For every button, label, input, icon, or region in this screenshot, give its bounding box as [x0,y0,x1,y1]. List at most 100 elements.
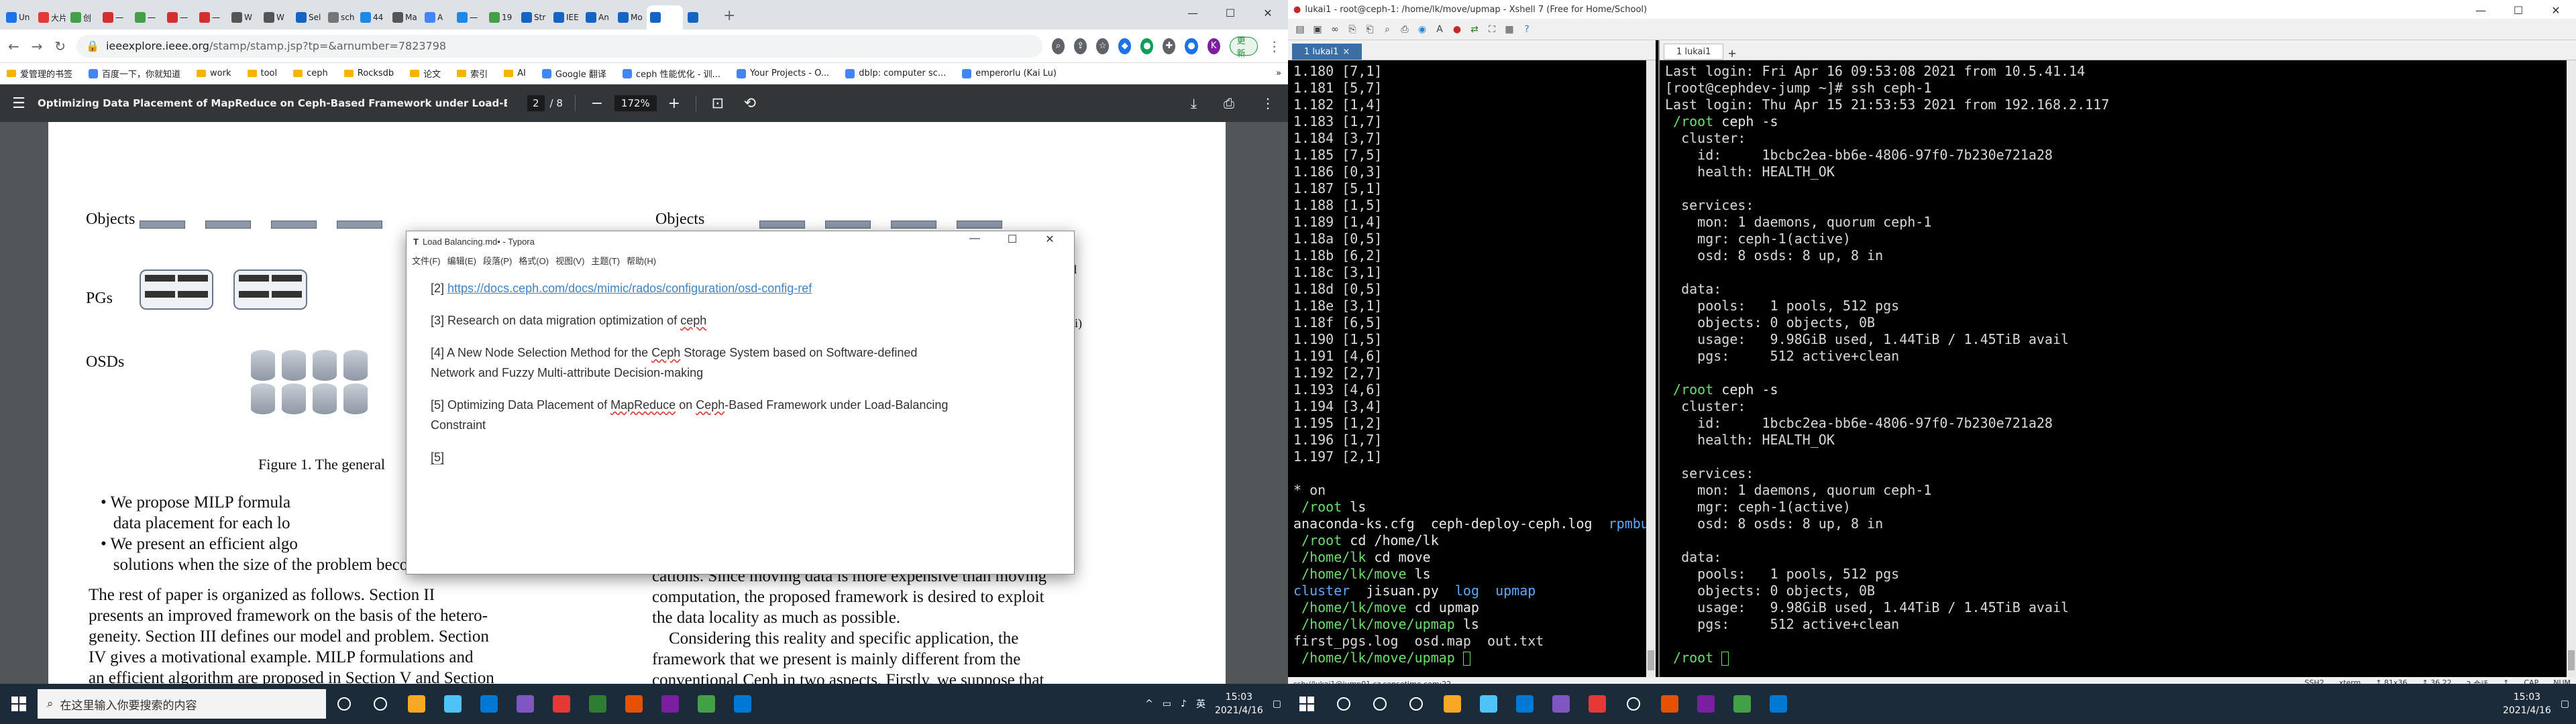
bookmark-item[interactable]: ceph 性能优化 - 训... [622,67,720,80]
update-button[interactable]: 更新 [1229,36,1258,59]
bookmark-item[interactable]: 论文 [410,67,441,80]
page-number-input[interactable]: 2 [527,95,545,111]
scrollbar[interactable] [2567,60,2576,677]
browser-tab[interactable]: 大片 [35,5,66,29]
close-icon[interactable]: ✕ [1031,233,1069,246]
lock-icon[interactable]: ● [1450,23,1464,36]
notification-icon[interactable]: ▢ [2561,699,2569,709]
find-icon[interactable]: ⌕ [1381,23,1394,36]
start-button[interactable] [0,697,38,711]
scrollbar[interactable] [1646,60,1656,677]
bookmark-item[interactable]: Your Projects - O... [737,68,829,78]
browser-tab[interactable]: 一 [453,5,484,29]
bookmark-item[interactable]: 百度一下，你就知道 [89,67,180,80]
menu-item[interactable]: 主题(T) [591,254,620,267]
bookmark-item[interactable]: dblp: computer sc... [845,68,946,78]
browser-tab[interactable]: 44 [357,5,388,29]
taskbar-app-icon[interactable] [1760,684,1796,724]
browser-tab[interactable]: 一 [196,5,227,29]
browser-tab[interactable]: Sel [292,5,323,29]
browser-tab[interactable]: Un [3,5,34,29]
hamburger-menu-icon[interactable]: ☰ [0,95,38,112]
close-icon[interactable]: × [1342,47,1350,57]
menu-item[interactable]: 帮助(H) [627,254,656,267]
taskbar-app-icon[interactable] [1470,684,1507,724]
taskbar-app-icon[interactable] [1652,684,1688,724]
transfer-icon[interactable]: ⇄ [1468,23,1481,36]
close-icon[interactable]: ✕ [2537,0,2575,20]
extension-icon-2[interactable]: ● [1140,38,1154,54]
zoom-icon[interactable]: ⌕ [1052,38,1065,54]
maximize-icon[interactable]: ☐ [1212,3,1249,23]
taskbar-app-icon[interactable] [507,684,543,724]
font-icon[interactable]: A [1433,23,1446,36]
taskbar-app-icon[interactable] [398,684,435,724]
start-button[interactable] [1288,697,1326,711]
rotate-icon[interactable]: ⟲ [741,95,759,112]
volume-icon[interactable]: ♪ [1181,699,1187,709]
bookmark-item[interactable]: emperorlu (Kai Lu) [962,68,1057,78]
taskbar-app-icon[interactable] [1398,684,1434,724]
taskbar-app-icon[interactable] [1688,684,1724,724]
browser-tab[interactable]: An [582,5,613,29]
terminal-pane-right[interactable]: 1 lukai1 + Last login: Fri Apr 16 09:53:… [1658,40,2576,677]
browser-tab[interactable]: 19 [486,5,517,29]
terminal-pane-left[interactable]: 1 lukai1 × 1.180 [7,1] 1.181 [5,7] 1.182 [1… [1288,40,1656,677]
taskbar-app-icon[interactable] [1724,684,1760,724]
layout-icon[interactable]: ▦ [1503,23,1516,36]
browser-tab[interactable] [684,5,715,29]
more-options-icon[interactable]: ⋮ [1261,95,1275,111]
add-tab-icon[interactable]: + [1727,47,1736,60]
taskbar-app-icon[interactable] [435,684,471,724]
minimize-icon[interactable]: — [956,233,994,246]
menu-item[interactable]: 编辑(E) [447,254,476,267]
browser-tab[interactable]: IEE [550,5,581,29]
close-icon[interactable]: ✕ [1249,3,1287,23]
share-icon[interactable]: ⇪ [1074,38,1087,54]
taskbar-app-icon[interactable] [471,684,507,724]
taskbar-app-icon[interactable] [580,684,616,724]
session-tab[interactable]: 1 lukai1 × [1292,44,1362,60]
taskbar-app-icon[interactable] [1434,684,1470,724]
browser-tab[interactable]: 一 [99,5,130,29]
print-icon[interactable]: ⎙ [1398,23,1411,36]
bookmark-item[interactable]: 爱管理的书签 [7,67,72,80]
browser-tab[interactable]: Str [518,5,549,29]
taskbar-app-icon[interactable] [362,684,398,724]
browser-tab[interactable]: 一 [164,5,195,29]
extension-icon[interactable]: ◆ [1118,38,1132,54]
taskbar-app-icon[interactable] [652,684,688,724]
browser-tab[interactable]: Ma [389,5,420,29]
fit-page-icon[interactable]: ⊡ [708,95,727,112]
browser-tab[interactable]: 创 [67,5,98,29]
session-tab[interactable]: 1 lukai1 [1664,44,1724,60]
avatar[interactable]: K [1207,38,1220,54]
browser-tab[interactable] [647,5,683,29]
clock[interactable]: 15:03 2021/4/16 [1215,690,1263,717]
globe-icon[interactable]: ◉ [1415,23,1429,36]
url-input[interactable]: 🔒 ieeexplore.ieee.org/stamp/stamp.jsp?tp… [76,34,1043,58]
menu-item[interactable]: 视图(V) [555,254,584,267]
help-icon[interactable]: ? [1520,23,1534,36]
bookmark-item[interactable]: Google 翻译 [541,67,606,80]
puzzle-icon[interactable]: ✚ [1163,38,1176,54]
browser-tab[interactable]: 一 [131,5,162,29]
reference-link[interactable]: https://docs.ceph.com/docs/mimic/rados/c… [447,282,812,295]
minimize-icon[interactable]: — [2462,0,2500,20]
browser-tab[interactable]: W [260,5,291,29]
maximize-icon[interactable]: ☐ [2500,0,2537,20]
menu-item[interactable]: 文件(F) [412,254,441,267]
clock[interactable]: 15:03 2021/4/16 [2503,690,2551,717]
taskbar-app-icon[interactable] [1326,684,1362,724]
reload-icon[interactable]: ↻ [53,38,67,54]
browser-tab[interactable]: W [228,5,259,29]
bookmark-item[interactable]: ceph [293,68,328,78]
copy-icon[interactable]: ⎘ [1346,23,1359,36]
taskbar-app-icon[interactable] [543,684,580,724]
ime-indicator[interactable]: 英 [1196,697,1205,711]
zoom-in-button[interactable]: + [665,95,684,112]
taskbar-app-icon[interactable] [1362,684,1398,724]
forward-icon[interactable]: → [30,38,44,54]
bookmark-item[interactable]: AI [504,68,526,78]
minimize-icon[interactable]: — [1174,3,1212,23]
